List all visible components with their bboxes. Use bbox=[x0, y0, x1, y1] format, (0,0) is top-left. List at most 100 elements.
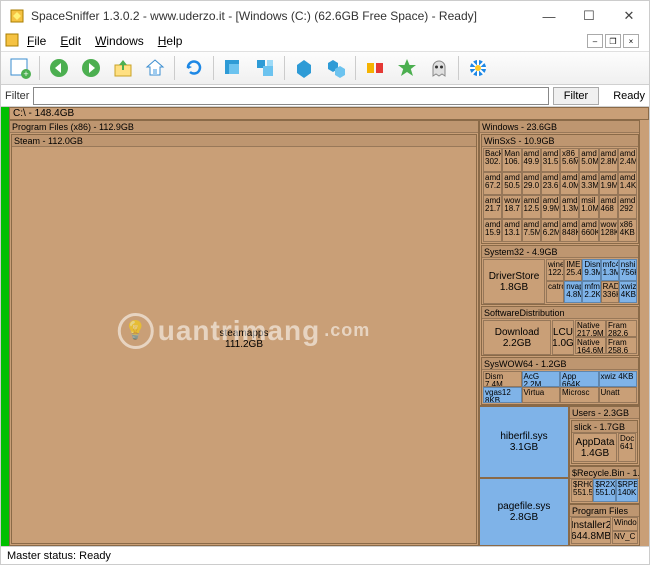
winsxs-cell[interactable]: amd 23.6 bbox=[541, 172, 560, 196]
winsxs-cell[interactable]: amd 848K bbox=[560, 219, 579, 243]
winsxs-cell[interactable]: wow 18.7 bbox=[502, 195, 521, 219]
block-driverstore[interactable]: DriverStore1.8GB bbox=[483, 259, 545, 304]
winsxs-cell[interactable]: msil 1.0M bbox=[579, 195, 598, 219]
winsxs-cell[interactable]: amd 3.3M bbox=[579, 172, 598, 196]
winsxs-cell[interactable]: amd 7.5M bbox=[522, 219, 541, 243]
forward-button[interactable] bbox=[76, 53, 106, 83]
menu-windows[interactable]: Windows bbox=[89, 32, 150, 50]
block-download[interactable]: Download2.2GB bbox=[483, 320, 551, 355]
syswow64-cell[interactable]: Unatt bbox=[599, 387, 638, 403]
block-appdata[interactable]: AppData1.4GB bbox=[573, 433, 617, 462]
zoom-more-button[interactable] bbox=[250, 53, 280, 83]
swdist-cell[interactable]: Native 217.9M bbox=[575, 320, 606, 337]
winsxs-cell[interactable]: amd 31.5 bbox=[541, 148, 560, 172]
system32-cell[interactable]: mfm 2.2K bbox=[582, 281, 600, 303]
treemap[interactable]: C:\ - 148.4GB Program Files (x86) - 112.… bbox=[9, 107, 649, 546]
winsxs-cell[interactable]: amd 21.7 bbox=[483, 195, 502, 219]
winsxs-cell[interactable]: amd 4.0M bbox=[560, 172, 579, 196]
maximize-button[interactable]: ☐ bbox=[569, 1, 609, 31]
syswow64-cell[interactable]: Virtua bbox=[522, 387, 561, 403]
syswow64-cell[interactable]: xwiz 4KB bbox=[599, 371, 638, 387]
detail-more-button[interactable] bbox=[321, 53, 351, 83]
winsxs-cell[interactable]: Man 106. bbox=[502, 148, 521, 172]
syswow64-cell[interactable]: App 664K bbox=[560, 371, 599, 387]
refresh-button[interactable] bbox=[179, 53, 209, 83]
winsxs-cell[interactable]: amd 1.3M bbox=[560, 195, 579, 219]
winsxs-cell[interactable]: amd 660K bbox=[579, 219, 598, 243]
winsxs-cell[interactable]: amd 292 bbox=[618, 195, 637, 219]
winsxs-cell[interactable]: amd 13.1 bbox=[502, 219, 521, 243]
block-windows[interactable]: Windows - 23.6GB WinSxS - 10.9GB Back 30… bbox=[479, 120, 640, 406]
winsxs-cell[interactable]: amd 12.5 bbox=[522, 195, 541, 219]
filter-input[interactable] bbox=[33, 87, 549, 105]
progfiles-cell[interactable]: NV_C bbox=[612, 531, 638, 545]
block-installer2[interactable]: Installer2644.8MB bbox=[571, 517, 611, 544]
zoom-less-button[interactable] bbox=[218, 53, 248, 83]
system32-cell[interactable]: nvap 4.8M bbox=[564, 281, 582, 303]
mdi-minimize-button[interactable]: – bbox=[587, 34, 603, 48]
winsxs-cell[interactable]: x86 4KB bbox=[618, 219, 637, 243]
syswow64-cell[interactable]: Microsc bbox=[560, 387, 599, 403]
system32-cell[interactable]: Dism 9.3M bbox=[582, 259, 600, 281]
winsxs-cell[interactable]: amd 29.0 bbox=[522, 172, 541, 196]
winsxs-cell[interactable]: amd 1.9M bbox=[599, 172, 618, 196]
syswow64-cell[interactable]: AcG 2.2M bbox=[522, 371, 561, 387]
winsxs-cell[interactable]: amd 2.4M bbox=[618, 148, 637, 172]
home-button[interactable] bbox=[140, 53, 170, 83]
block-docs[interactable]: Doc 641 bbox=[618, 433, 636, 462]
winsxs-cell[interactable]: amd 2.8M bbox=[599, 148, 618, 172]
up-button[interactable] bbox=[108, 53, 138, 83]
menu-file[interactable]: File bbox=[21, 32, 52, 50]
block-users[interactable]: Users - 2.3GB slick - 1.7GB AppData1.4GB… bbox=[569, 406, 640, 466]
system32-cell[interactable]: mfc4 1.3M bbox=[601, 259, 619, 281]
detail-less-button[interactable] bbox=[289, 53, 319, 83]
winsxs-cell[interactable]: amd 9.9M bbox=[541, 195, 560, 219]
system32-cell[interactable]: nshi 756K bbox=[619, 259, 637, 281]
settings-button[interactable] bbox=[463, 53, 493, 83]
swdist-cell[interactable]: Native 164.6M bbox=[575, 337, 606, 354]
system32-cell[interactable]: IME 25.4 bbox=[564, 259, 582, 281]
back-button[interactable] bbox=[44, 53, 74, 83]
recycle-cell[interactable]: $R2XF 551.0 bbox=[593, 479, 615, 502]
winsxs-cell[interactable]: amd 5.0M bbox=[579, 148, 598, 172]
ghost-button[interactable] bbox=[424, 53, 454, 83]
system32-cell[interactable]: RAD 336K bbox=[601, 281, 619, 303]
block-syswow64[interactable]: SysWOW64 - 1.2GB Dism 7.4MAcG 2.2MApp 66… bbox=[481, 357, 639, 405]
swdist-cell[interactable]: Fram 258.6 bbox=[606, 337, 637, 354]
progfiles-cell[interactable]: Windo bbox=[612, 517, 638, 531]
system32-cell[interactable]: catro bbox=[546, 281, 564, 303]
filter-button[interactable]: Filter bbox=[553, 87, 599, 105]
winsxs-cell[interactable]: amd 15.9 bbox=[483, 219, 502, 243]
syswow64-cell[interactable]: Dism 7.4M bbox=[483, 371, 522, 387]
swdist-cell[interactable]: Fram 282.6 bbox=[606, 320, 637, 337]
block-softwaredistribution[interactable]: SoftwareDistribution Download2.2GB LCU1.… bbox=[481, 306, 639, 356]
root-label[interactable]: C:\ - 148.4GB bbox=[9, 107, 649, 120]
system32-cell[interactable]: wine 122. bbox=[546, 259, 564, 281]
winsxs-cell[interactable]: Back 302.0 bbox=[483, 148, 502, 172]
winsxs-cell[interactable]: amd 67.2M bbox=[483, 172, 502, 196]
star-button[interactable] bbox=[392, 53, 422, 83]
block-program-files[interactable]: Program Files Installer2644.8MB WindoNV_… bbox=[569, 504, 640, 546]
block-program-files-x86[interactable]: Program Files (x86) - 112.9GB Steam - 11… bbox=[9, 120, 479, 546]
winsxs-cell[interactable]: amd 6.2M bbox=[541, 219, 560, 243]
mdi-close-button[interactable]: × bbox=[623, 34, 639, 48]
recycle-cell[interactable]: $RHO 551.5 bbox=[571, 479, 593, 502]
system32-cell[interactable]: xwiz 4KB bbox=[619, 281, 637, 303]
winsxs-cell[interactable]: amd 1.4K bbox=[618, 172, 637, 196]
block-winsxs[interactable]: WinSxS - 10.9GB Back 302.0Man 106.amd 49… bbox=[481, 134, 639, 244]
winsxs-cell[interactable]: x86_ 5.6M bbox=[560, 148, 579, 172]
menu-help[interactable]: Help bbox=[152, 32, 189, 50]
block-system32[interactable]: System32 - 4.9GB DriverStore1.8GB wine 1… bbox=[481, 245, 639, 305]
block-slick[interactable]: slick - 1.7GB AppData1.4GB Doc 641 bbox=[571, 420, 638, 464]
syswow64-cell[interactable]: vgas12 8KB bbox=[483, 387, 522, 403]
new-scan-button[interactable]: + bbox=[5, 53, 35, 83]
menu-edit[interactable]: Edit bbox=[54, 32, 87, 50]
block-pagefile[interactable]: pagefile.sys2.8GB bbox=[479, 478, 569, 546]
winsxs-cell[interactable]: wow 128K bbox=[599, 219, 618, 243]
mdi-restore-button[interactable]: ❐ bbox=[605, 34, 621, 48]
winsxs-cell[interactable]: amd 468 bbox=[599, 195, 618, 219]
winsxs-cell[interactable]: amd 49.9 bbox=[522, 148, 541, 172]
block-lcu[interactable]: LCU1.0G bbox=[552, 320, 574, 355]
close-button[interactable]: ✕ bbox=[609, 1, 649, 31]
winsxs-cell[interactable]: amd 50.5 bbox=[502, 172, 521, 196]
